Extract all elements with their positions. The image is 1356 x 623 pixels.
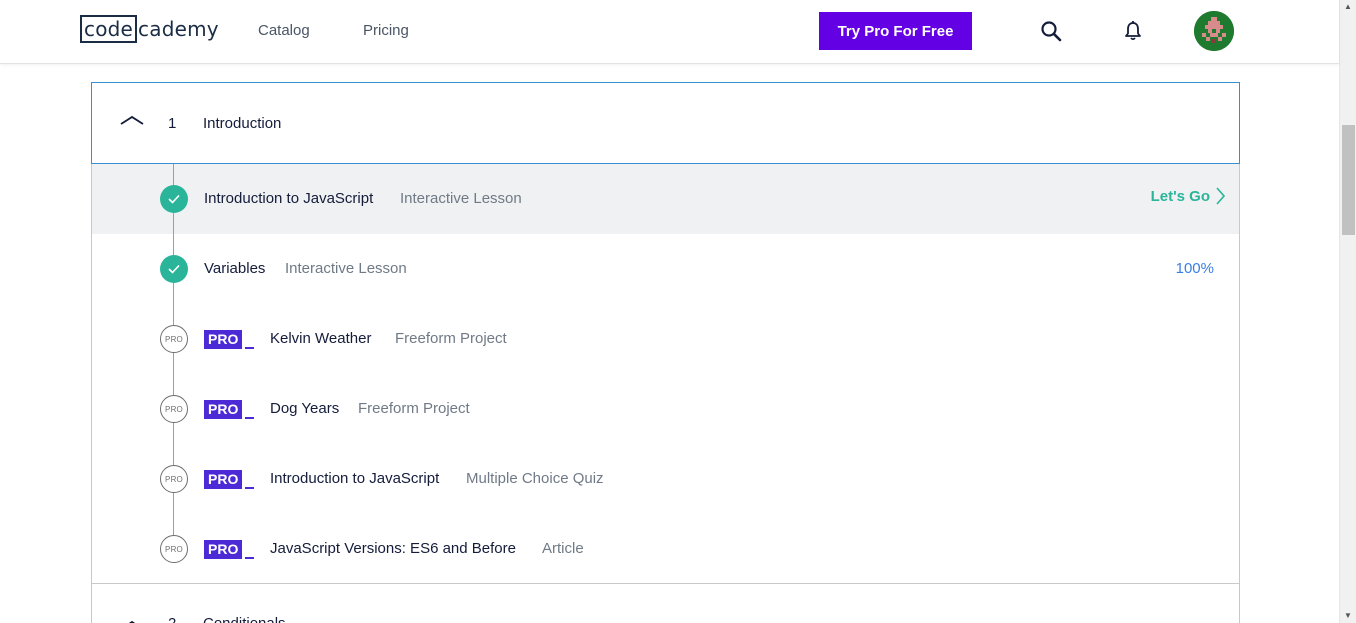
pro-lock-marker: PRO <box>160 465 188 493</box>
search-icon[interactable] <box>1038 18 1064 44</box>
pro-badge-cursor <box>245 557 255 559</box>
top-navbar: code cademy Catalog Pricing Try Pro For F… <box>0 0 1339 64</box>
lesson-progress: 100% <box>1175 260 1214 277</box>
pro-badge-label: PRO <box>204 330 243 349</box>
module-number: 1 <box>168 115 177 132</box>
lesson-row[interactable]: PRO PRO Kelvin Weather Freeform Project <box>92 304 1239 374</box>
lesson-row[interactable]: PRO PRO Introduction to JavaScript Multi… <box>92 444 1239 514</box>
codecademy-logo[interactable]: code cademy <box>80 14 219 44</box>
page-scrollbar[interactable]: ▲ ▼ <box>1339 0 1356 623</box>
lesson-type: Article <box>542 540 584 557</box>
module-1-header[interactable]: 1 Introduction <box>91 82 1240 164</box>
lesson-type: Freeform Project <box>395 330 507 347</box>
lesson-row[interactable]: Variables Interactive Lesson 100% <box>92 234 1239 304</box>
lets-go-link[interactable]: Let's Go <box>1151 187 1225 205</box>
pro-badge-cursor <box>245 417 255 419</box>
logo-code-text: code <box>80 15 138 43</box>
lesson-title: Dog Years <box>270 400 340 417</box>
user-avatar[interactable] <box>1194 11 1234 51</box>
lesson-row[interactable]: PRO PRO Dog Years Freeform Project <box>92 374 1239 444</box>
pro-badge-label: PRO <box>204 540 243 559</box>
module-2-header[interactable]: 2 Conditionals <box>91 583 1240 623</box>
pro-lock-marker: PRO <box>160 535 188 563</box>
pro-lock-marker: PRO <box>160 395 188 423</box>
pro-badge-label: PRO <box>204 400 243 419</box>
lesson-row[interactable]: PRO PRO JavaScript Versions: ES6 and Bef… <box>92 514 1239 584</box>
complete-check-icon <box>160 185 188 213</box>
lets-go-label: Let's Go <box>1150 187 1210 205</box>
lesson-title: Introduction to JavaScript <box>270 470 440 487</box>
try-pro-button[interactable]: Try Pro For Free <box>819 12 972 50</box>
chevron-up-icon <box>120 113 144 131</box>
pro-badge: PRO <box>204 540 255 559</box>
scroll-down-arrow-icon[interactable]: ▼ <box>1344 611 1352 620</box>
lesson-type: Multiple Choice Quiz <box>466 470 604 487</box>
lesson-row[interactable]: Introduction to JavaScript Interactive L… <box>92 164 1239 234</box>
pro-badge: PRO <box>204 400 255 419</box>
lesson-title: JavaScript Versions: ES6 and Before <box>270 540 516 557</box>
scroll-thumb[interactable] <box>1342 125 1355 235</box>
scroll-up-arrow-icon[interactable]: ▲ <box>1344 2 1352 11</box>
chevron-down-icon <box>122 617 142 623</box>
complete-check-icon <box>160 255 188 283</box>
lesson-title: Introduction to JavaScript <box>204 190 374 207</box>
pro-badge-cursor <box>245 487 255 489</box>
module-title: Introduction <box>203 115 282 132</box>
notifications-bell-icon[interactable] <box>1120 18 1146 44</box>
pro-badge-cursor <box>245 347 255 349</box>
page: code cademy Catalog Pricing Try Pro For F… <box>0 0 1356 623</box>
lesson-type: Interactive Lesson <box>400 190 522 207</box>
nav-catalog-link[interactable]: Catalog <box>258 22 310 39</box>
pro-lock-marker: PRO <box>160 325 188 353</box>
lesson-title: Kelvin Weather <box>270 330 372 347</box>
pro-badge: PRO <box>204 330 255 349</box>
pro-badge-label: PRO <box>204 470 243 489</box>
nav-pricing-link[interactable]: Pricing <box>363 22 409 39</box>
lesson-type: Interactive Lesson <box>285 260 407 277</box>
module-number: 2 <box>168 615 176 623</box>
logo-rest-text: cademy <box>138 17 219 41</box>
lesson-type: Freeform Project <box>358 400 470 417</box>
module-title: Conditionals <box>203 615 286 623</box>
lesson-title: Variables <box>204 260 266 277</box>
pro-badge: PRO <box>204 470 255 489</box>
chevron-right-icon <box>1216 187 1225 205</box>
